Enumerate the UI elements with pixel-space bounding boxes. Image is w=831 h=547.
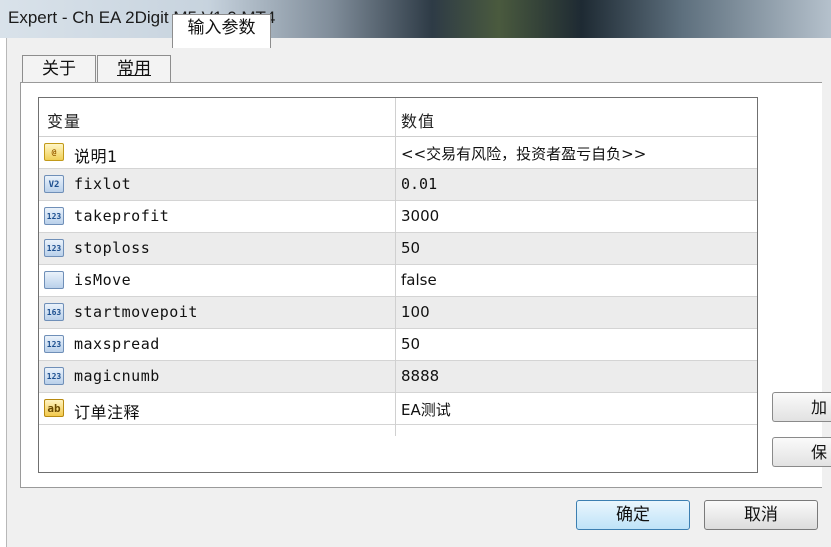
load-button-label: 加 (810, 398, 827, 417)
cancel-button-label: 取消 (744, 505, 778, 525)
save-button-label: 保 (810, 443, 827, 462)
save-button[interactable]: 保 (772, 437, 831, 467)
number-icon: 123 (44, 367, 64, 385)
table-row[interactable]: 123 maxspread 50 (39, 329, 757, 361)
load-button[interactable]: 加 (772, 392, 831, 422)
param-value[interactable]: 8888 (401, 367, 439, 385)
table-row[interactable]: 163 startmovepoit 100 (39, 297, 757, 329)
param-value[interactable]: 50 (401, 239, 420, 257)
table-row[interactable]: @ 说明1 <<交易有风险，投资者盈亏自负>> (39, 137, 757, 169)
param-name: fixlot (74, 175, 132, 193)
table-row[interactable]: 123 stoploss 50 (39, 233, 757, 265)
table-row[interactable]: 123 magicnumb 8888 (39, 361, 757, 393)
param-name: 说明1 (74, 147, 118, 166)
tab-about[interactable]: 关于 (22, 55, 96, 83)
param-value[interactable]: <<交易有风险，投资者盈亏自负>> (401, 143, 646, 164)
param-value[interactable]: 50 (401, 335, 420, 353)
table-row[interactable]: ab 订单注释 EA测试 (39, 393, 757, 425)
param-name: startmovepoit (74, 303, 198, 321)
table-row[interactable]: isMove false (39, 265, 757, 297)
parameters-table[interactable]: 变量 数值 @ 说明1 <<交易有风险，投资者盈亏自负>> V2 fixlot … (38, 97, 758, 473)
info-icon: @ (44, 143, 64, 161)
string-icon: ab (44, 399, 64, 417)
ok-button[interactable]: 确定 (576, 500, 690, 530)
param-name: magicnumb (74, 367, 160, 385)
tab-common[interactable]: 常用 (97, 55, 171, 83)
table-row[interactable]: 123 takeprofit 3000 (39, 201, 757, 233)
variable-icon: V2 (44, 175, 64, 193)
window-title-bar[interactable]: Expert - Ch EA 2Digit M5 V1.0 MT4 (0, 0, 831, 38)
number-icon: 123 (44, 207, 64, 225)
tab-common-label: 常用 (117, 59, 151, 79)
param-value[interactable]: false (401, 271, 437, 289)
column-divider[interactable] (395, 98, 396, 436)
header-value: 数值 (401, 112, 436, 131)
param-name: maxspread (74, 335, 160, 353)
ok-button-label: 确定 (616, 505, 650, 525)
table-header: 变量 数值 (39, 98, 757, 137)
param-value[interactable]: 3000 (401, 207, 439, 225)
param-name: 订单注释 (74, 403, 141, 422)
param-value[interactable]: EA测试 (401, 399, 451, 420)
param-name: takeprofit (74, 207, 170, 225)
param-name: stoploss (74, 239, 151, 257)
param-name: isMove (74, 271, 132, 289)
param-value[interactable]: 0.01 (401, 175, 437, 193)
number-icon: 163 (44, 303, 64, 321)
tab-inputs[interactable]: 输入参数 (172, 14, 271, 48)
bool-icon (44, 271, 64, 289)
table-row[interactable]: V2 fixlot 0.01 (39, 169, 757, 201)
number-icon: 123 (44, 335, 64, 353)
tab-inputs-label: 输入参数 (187, 18, 256, 38)
param-value[interactable]: 100 (401, 303, 430, 321)
tab-about-label: 关于 (42, 59, 76, 79)
number-icon: 123 (44, 239, 64, 257)
cancel-button[interactable]: 取消 (704, 500, 818, 530)
header-variable: 变量 (47, 112, 82, 131)
